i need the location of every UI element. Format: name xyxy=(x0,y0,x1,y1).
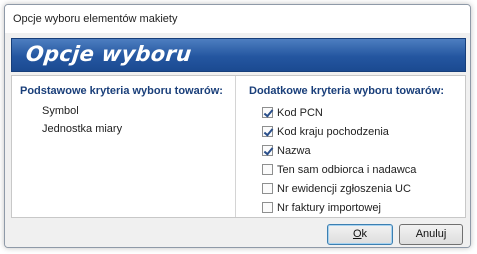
cancel-button[interactable]: Anuluj xyxy=(399,224,463,245)
additional-criteria-list: Kod PCN Kod kraju pochodzenia Nazwa Ten … xyxy=(262,103,416,217)
option-nr-ewidencji[interactable]: Nr ewidencji zgłoszenia UC xyxy=(262,179,416,198)
checkbox[interactable] xyxy=(262,183,273,194)
basic-criteria-heading: Podstawowe kryteria wyboru towarów: xyxy=(20,85,223,97)
dialog-window: Opcje wyboru elementów makiety Opcje wyb… xyxy=(4,4,471,248)
additional-criteria-heading: Dodatkowe kryteria wyboru towarów: xyxy=(249,85,444,97)
ok-label: Ok xyxy=(352,228,368,240)
checkbox-label[interactable]: Nr faktury importowej xyxy=(277,202,381,214)
title-bar[interactable]: Opcje wyboru elementów makiety xyxy=(5,5,470,33)
additional-criteria-panel: Dodatkowe kryteria wyboru towarów: Kod P… xyxy=(237,76,465,217)
checkbox-label[interactable]: Kod kraju pochodzenia xyxy=(277,126,389,138)
checkbox-label[interactable]: Nazwa xyxy=(277,145,311,157)
checkbox[interactable] xyxy=(262,202,273,213)
list-item: Symbol xyxy=(42,105,79,117)
basic-criteria-list: Symbol Jednostka miary xyxy=(42,102,122,138)
ok-button[interactable]: Ok xyxy=(327,224,393,245)
option-nazwa[interactable]: Nazwa xyxy=(262,141,416,160)
checkbox-label[interactable]: Ten sam odbiorca i nadawca xyxy=(277,164,416,176)
list-item: Jednostka miary xyxy=(42,123,123,135)
header-banner: Opcje wyboru xyxy=(11,38,466,72)
checkbox-label[interactable]: Kod PCN xyxy=(277,107,323,119)
checkbox[interactable] xyxy=(262,164,273,175)
option-nr-faktury[interactable]: Nr faktury importowej xyxy=(262,198,416,217)
button-bar: Ok Anuluj xyxy=(5,220,470,247)
checkbox[interactable] xyxy=(262,126,273,137)
option-ten-sam-odbiorca[interactable]: Ten sam odbiorca i nadawca xyxy=(262,160,416,179)
basic-criteria-panel: Podstawowe kryteria wyboru towarów: Symb… xyxy=(12,76,236,217)
options-content: Podstawowe kryteria wyboru towarów: Symb… xyxy=(11,75,466,218)
option-kod-pcn[interactable]: Kod PCN xyxy=(262,103,416,122)
checkbox[interactable] xyxy=(262,107,273,118)
option-kod-kraju[interactable]: Kod kraju pochodzenia xyxy=(262,122,416,141)
checkbox[interactable] xyxy=(262,145,273,156)
checkbox-label[interactable]: Nr ewidencji zgłoszenia UC xyxy=(277,183,411,195)
window-title: Opcje wyboru elementów makiety xyxy=(13,13,178,25)
banner-title: Opcje wyboru xyxy=(24,42,193,66)
